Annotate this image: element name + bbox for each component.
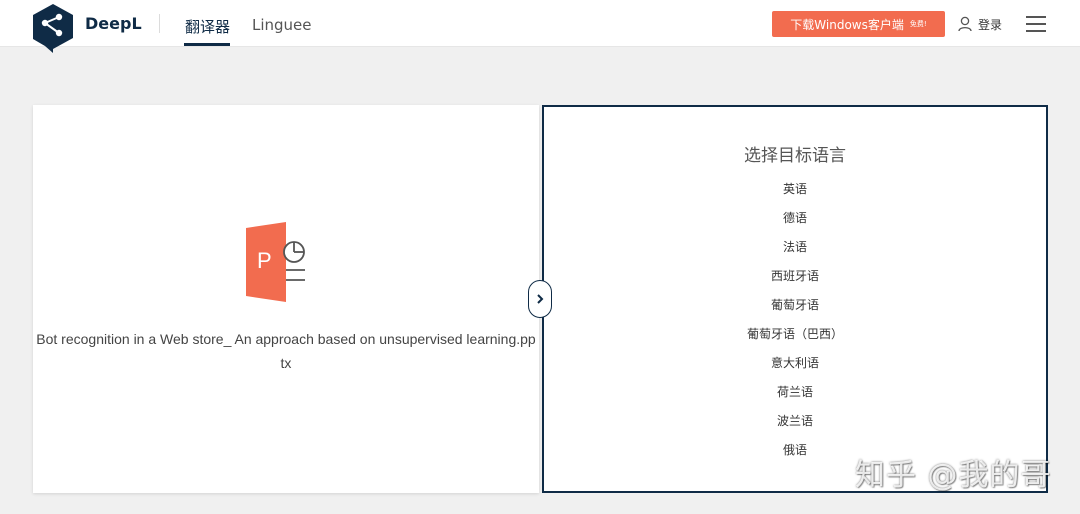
user-icon (958, 16, 972, 32)
nav-divider (159, 14, 160, 33)
tab-translator[interactable]: 翻译器 (185, 16, 230, 37)
free-badge: 免费! (909, 20, 927, 28)
language-option-spanish[interactable]: 西班牙语 (544, 264, 1046, 293)
watermark-text: 知乎 @我的哥 (855, 458, 1052, 493)
hamburger-menu-icon[interactable] (1026, 16, 1048, 32)
tab-linguee[interactable]: Linguee (252, 16, 312, 34)
download-windows-button[interactable]: 下载Windows客户端 免费! (772, 11, 945, 37)
language-option-portuguese-brazil[interactable]: 葡萄牙语（巴西） (544, 322, 1046, 351)
language-option-french[interactable]: 法语 (544, 235, 1046, 264)
login-label: 登录 (978, 17, 1003, 32)
language-list: 英语 德语 法语 西班牙语 葡萄牙语 葡萄牙语（巴西） 意大利语 荷兰语 波兰语… (544, 177, 1046, 467)
filename-line-1: Bot recognition in a Web store_ An appro… (36, 331, 536, 347)
language-option-portuguese[interactable]: 葡萄牙语 (544, 293, 1046, 322)
active-tab-indicator (184, 43, 230, 46)
target-language-panel: 选择目标语言 英语 德语 法语 西班牙语 葡萄牙语 葡萄牙语（巴西） 意大利语 … (542, 105, 1048, 493)
powerpoint-file-icon: P (246, 222, 305, 302)
language-option-dutch[interactable]: 荷兰语 (544, 380, 1046, 409)
language-option-english[interactable]: 英语 (544, 177, 1046, 206)
panel-toggle-button[interactable] (528, 280, 552, 318)
login-button[interactable]: 登录 (958, 14, 1002, 34)
filename-line-2: tx (280, 355, 292, 371)
source-filename: Bot recognition in a Web store_ An appro… (33, 327, 539, 375)
brand-name[interactable]: DeepL (85, 14, 142, 33)
language-option-german[interactable]: 德语 (544, 206, 1046, 235)
powerpoint-letter: P (257, 248, 272, 273)
top-navigation-bar: DeepL 翻译器 Linguee 下载Windows客户端 免费! 登录 (0, 0, 1080, 53)
source-document-panel: P Bot recognition in a Web store_ An app… (33, 105, 539, 493)
language-option-polish[interactable]: 波兰语 (544, 409, 1046, 438)
download-button-label: 下载Windows客户端 (790, 17, 904, 32)
deepl-logo-icon[interactable] (31, 3, 75, 53)
language-option-italian[interactable]: 意大利语 (544, 351, 1046, 380)
target-language-title: 选择目标语言 (744, 146, 846, 166)
chevron-right-icon (537, 294, 544, 304)
